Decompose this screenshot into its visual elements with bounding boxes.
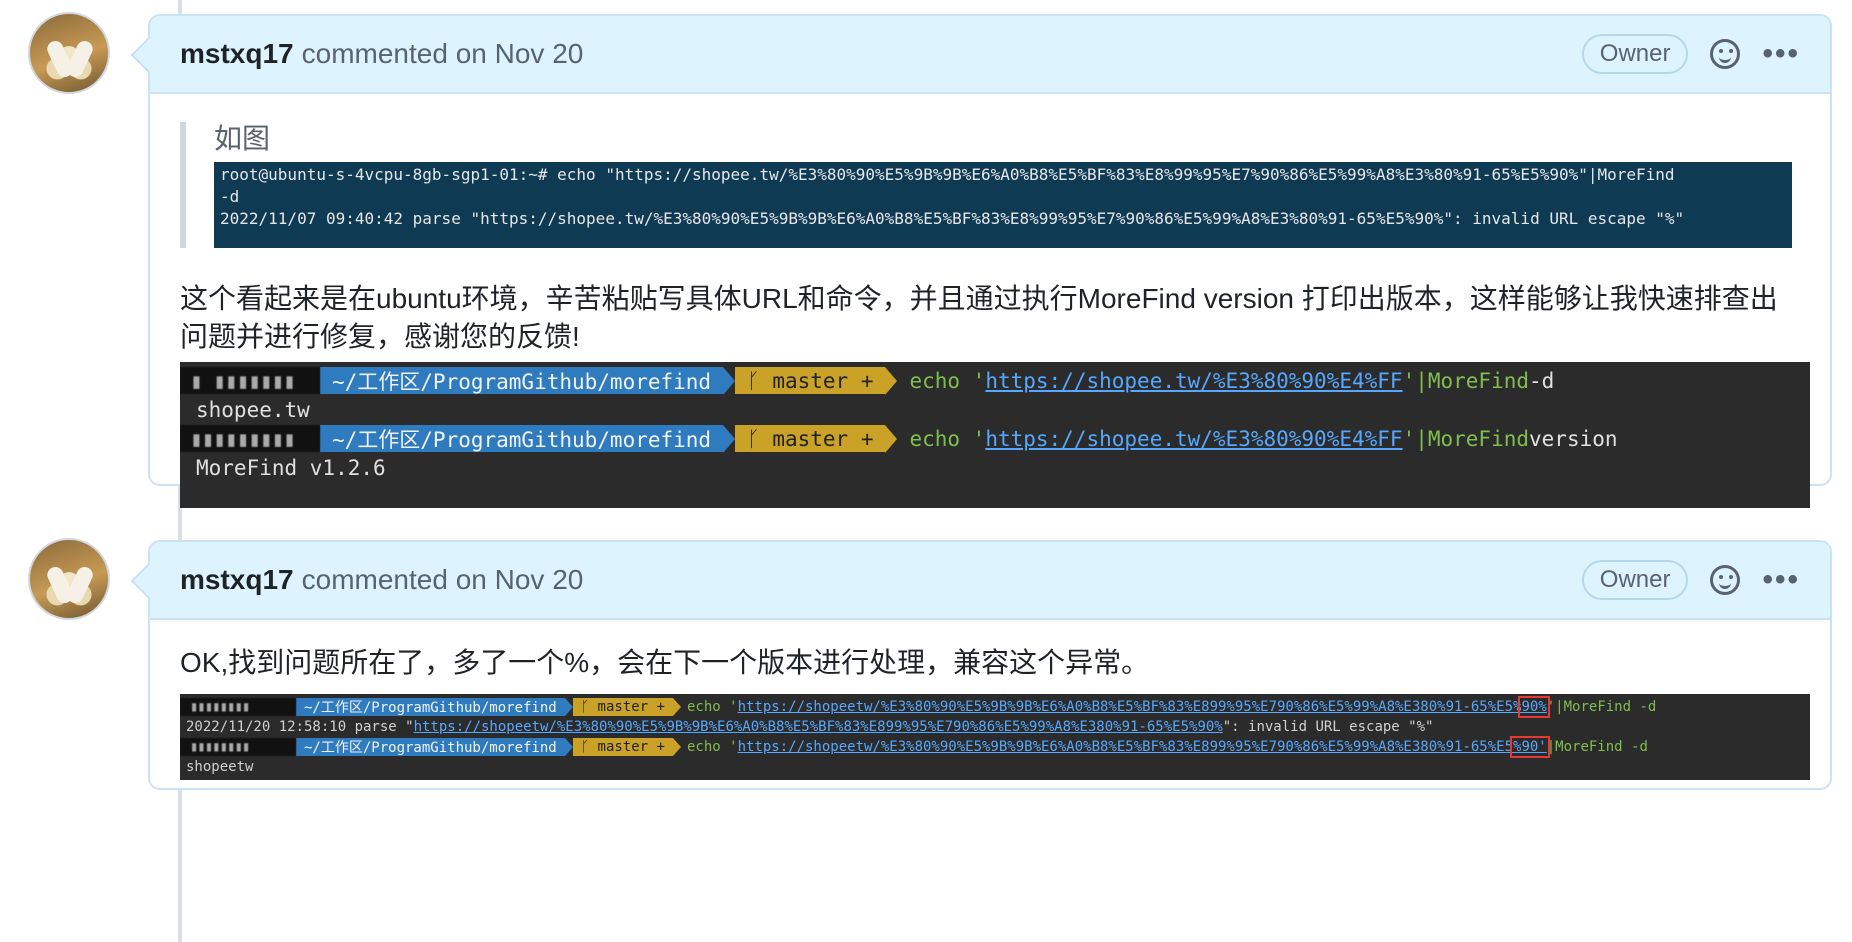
output-suffix: ": invalid URL escape "%" [1222, 719, 1434, 735]
git-branch-segment: ᚴ master + [572, 698, 673, 716]
comment-card: mstxq17 commented on Nov 20 Owner ••• OK… [148, 540, 1832, 790]
smiley-icon[interactable] [1710, 39, 1741, 69]
output-url[interactable]: https://shopeetw/%E3%80%90%E5%9B%9B%E6%A… [414, 719, 1223, 735]
owner-badge: Owner [1581, 560, 1689, 600]
terminal-output: 2022/11/20 12:58:10 parse " https://shop… [180, 717, 1810, 737]
terminal-line: root@ubuntu-s-4vcpu-8gb-sgp1-01:~# echo … [220, 165, 1675, 184]
pipe-command: |MoreFind -d [1555, 699, 1657, 715]
terminal-prompt-line: ▮▮▮▮▮▮▮▮ ~/工作区/ProgramGithub/morefind ᚴ … [180, 736, 1810, 758]
path-segment: ~/工作区/ProgramGithub/morefind [296, 698, 565, 716]
powerline-arrow [564, 738, 573, 756]
comment-timestamp[interactable]: commented on Nov 20 [302, 38, 584, 70]
command-text: echo ' [686, 739, 738, 755]
comment-author[interactable]: mstxq17 [180, 38, 294, 70]
quote-char: ' [1402, 368, 1416, 393]
terminal-screenshot: ▮▮▮▮▮▮▮▮ ~/工作区/ProgramGithub/morefind ᚴ … [180, 694, 1810, 780]
command-url[interactable]: https://shopee.tw/%E3%80%90%E4%FF [985, 369, 1402, 393]
terminal-prompt-line: ▮▮▮▮▮▮▮▮▮ ~/工作区/ProgramGithub/morefind ᚴ… [180, 424, 1810, 453]
terminal-line: -d [220, 187, 240, 206]
quote-text: 如图 [214, 123, 271, 154]
command-url[interactable]: https://shopeetw/%E3%80%90%E5%9B%9B%E6%A… [738, 739, 1513, 755]
terminal-prompt-line: ▮ ▮▮▮▮▮▮▮ ~/工作区/ProgramGithub/morefind ᚴ… [180, 366, 1810, 395]
quote-char: ' [1546, 699, 1556, 715]
comment-text: OK,找到问题所在了，多了一个%，会在下一个版本进行处理，兼容这个异常。 [180, 647, 1150, 678]
comment-author[interactable]: mstxq17 [180, 564, 294, 596]
more-options-icon[interactable]: ••• [1762, 565, 1800, 595]
command-text: echo ' [686, 699, 738, 715]
terminal-screenshot: root@ubuntu-s-4vcpu-8gb-sgp1-01:~# echo … [214, 162, 1792, 248]
command-text: echo ' [909, 426, 986, 451]
highlighted-escape: 90% [1518, 696, 1550, 718]
comment-body: 如图 root@ubuntu-s-4vcpu-8gb-sgp1-01:~# ec… [150, 122, 1830, 508]
path-segment: ~/工作区/ProgramGithub/morefind [320, 367, 724, 394]
more-options-icon[interactable]: ••• [1762, 39, 1800, 69]
avatar[interactable] [28, 12, 110, 94]
pipe-command: |MoreFind [1415, 426, 1530, 451]
terminal-output: shopee.tw [196, 397, 310, 422]
terminal-output: MoreFind v1.2.6 [196, 455, 386, 480]
quote-char: ' [1402, 426, 1416, 451]
smiley-icon[interactable] [1710, 565, 1741, 595]
command-text: echo ' [909, 368, 986, 393]
quote-block: 如图 root@ubuntu-s-4vcpu-8gb-sgp1-01:~# ec… [180, 122, 1800, 248]
terminal-screenshot: ▮ ▮▮▮▮▮▮▮ ~/工作区/ProgramGithub/morefind ᚴ… [180, 362, 1810, 508]
git-branch-segment: ᚴ master + [572, 738, 673, 756]
pipe-command: |MoreFind [1415, 368, 1530, 393]
host-segment-blurred: ▮▮▮▮▮▮▮▮▮ [180, 425, 320, 452]
powerline-arrow [885, 424, 898, 453]
host-segment-blurred: ▮▮▮▮▮▮▮▮ [180, 738, 296, 756]
avatar[interactable] [28, 538, 110, 620]
command-url[interactable]: https://shopee.tw/%E3%80%90%E4%FF [985, 427, 1402, 451]
command-arg: -d [1529, 368, 1555, 393]
command-url[interactable]: https://shopeetw/%E3%80%90%E5%9B%9B%E6%A… [738, 699, 1522, 715]
comment-body: OK,找到问题所在了，多了一个%，会在下一个版本进行处理，兼容这个异常。 ▮▮▮… [150, 644, 1830, 780]
comment-card: mstxq17 commented on Nov 20 Owner ••• 如图… [148, 14, 1832, 508]
terminal-output: shopeetw [186, 759, 254, 775]
git-branch-segment: ᚴ master + [735, 425, 886, 452]
path-segment: ~/工作区/ProgramGithub/morefind [296, 738, 565, 756]
terminal-line: 2022/11/07 09:40:42 parse "https://shope… [220, 209, 1685, 228]
powerline-arrow [885, 366, 898, 395]
comment-header: mstxq17 commented on Nov 20 Owner ••• [150, 16, 1830, 94]
powerline-arrow [564, 698, 573, 716]
powerline-arrow [672, 738, 681, 756]
comment-timestamp[interactable]: commented on Nov 20 [302, 564, 584, 596]
path-segment: ~/工作区/ProgramGithub/morefind [320, 425, 724, 452]
powerline-arrow [723, 366, 736, 395]
pipe-command: |MoreFind -d [1546, 739, 1648, 755]
powerline-arrow [723, 424, 736, 453]
comment-text: 这个看起来是在ubuntu环境，辛苦粘贴写具体URL和命令，并且通过执行More… [180, 283, 1778, 352]
command-arg: version [1529, 426, 1618, 451]
highlighted-escape: %90' [1510, 736, 1550, 758]
owner-badge: Owner [1581, 34, 1689, 74]
git-branch-segment: ᚴ master + [735, 367, 886, 394]
host-segment-blurred: ▮ ▮▮▮▮▮▮▮ [180, 367, 320, 394]
output-prefix: 2022/11/20 12:58:10 parse " [186, 719, 414, 735]
powerline-arrow [672, 698, 681, 716]
comment-header: mstxq17 commented on Nov 20 Owner ••• [150, 542, 1830, 620]
terminal-prompt-line: ▮▮▮▮▮▮▮▮ ~/工作区/ProgramGithub/morefind ᚴ … [180, 696, 1810, 718]
host-segment-blurred: ▮▮▮▮▮▮▮▮ [180, 698, 296, 716]
